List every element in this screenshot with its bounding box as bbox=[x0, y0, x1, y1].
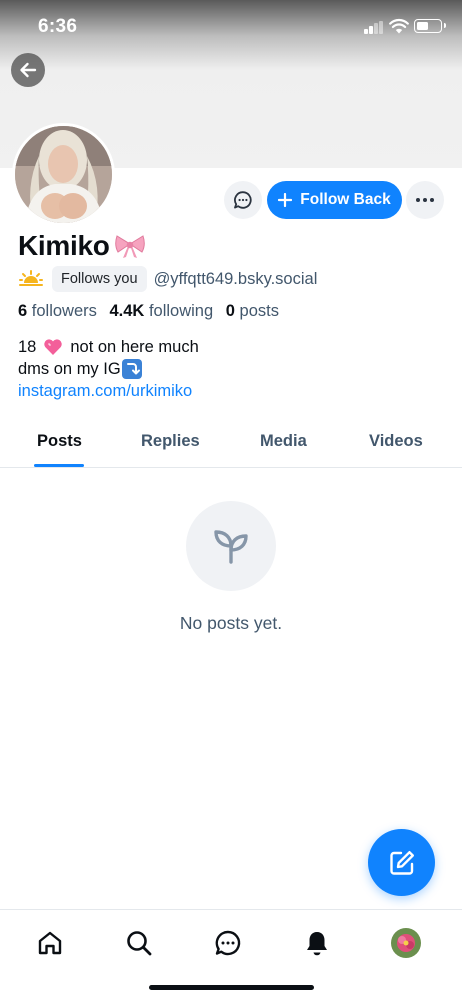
profile-bio: 18 not on here much dms on my IG instagr… bbox=[18, 336, 199, 402]
follow-back-label: Follow Back bbox=[300, 191, 391, 208]
plus-icon bbox=[278, 193, 293, 207]
search-icon bbox=[127, 931, 152, 956]
ellipsis-icon bbox=[416, 198, 434, 202]
status-bar: 6:36 bbox=[0, 0, 462, 54]
more-options-button[interactable] bbox=[406, 181, 444, 219]
bio-line1-text: not on here much bbox=[70, 338, 199, 356]
nav-search[interactable] bbox=[122, 926, 156, 960]
handle-row: Follows you @yffqtt649.bsky.social bbox=[18, 265, 317, 293]
active-tab-indicator bbox=[34, 464, 84, 467]
nav-home[interactable] bbox=[33, 926, 67, 960]
tab-posts[interactable]: Posts bbox=[37, 432, 82, 451]
sparkling-heart-icon bbox=[44, 339, 63, 355]
followers-label: followers bbox=[31, 302, 97, 320]
home-indicator bbox=[149, 985, 314, 990]
chat-bubble-icon bbox=[234, 191, 252, 209]
profile-tabs: Posts Replies Media Videos bbox=[0, 422, 462, 468]
nav-chat[interactable] bbox=[211, 926, 245, 960]
posts-count: 0 bbox=[225, 302, 235, 320]
back-button[interactable] bbox=[11, 53, 45, 87]
compose-post-button[interactable] bbox=[368, 829, 435, 896]
display-name: Kimiko bbox=[18, 230, 110, 261]
tab-media[interactable]: Media bbox=[260, 432, 307, 451]
compose-icon bbox=[389, 850, 414, 875]
empty-state-text: No posts yet. bbox=[179, 613, 283, 633]
posts-label: posts bbox=[239, 302, 279, 320]
avatar-photo bbox=[15, 126, 112, 223]
profile-avatar[interactable] bbox=[12, 123, 115, 226]
status-time: 6:36 bbox=[38, 16, 78, 37]
profile-handle: @yffqtt649.bsky.social bbox=[153, 269, 318, 288]
bio-age: 18 bbox=[18, 338, 37, 356]
arrow-curving-down-icon bbox=[121, 359, 142, 379]
bio-instagram-link[interactable]: instagram.com/urkimiko bbox=[18, 380, 192, 402]
nav-profile[interactable] bbox=[389, 926, 423, 960]
following-stat[interactable]: 4.4K following bbox=[109, 302, 213, 320]
nav-notifications[interactable] bbox=[300, 926, 334, 960]
tab-videos[interactable]: Videos bbox=[369, 432, 423, 451]
following-label: following bbox=[148, 302, 214, 320]
follow-back-button[interactable]: Follow Back bbox=[267, 181, 402, 219]
empty-state-icon-container bbox=[186, 501, 276, 591]
profile-stats: 6 followers 4.4K following 0 posts bbox=[18, 302, 279, 321]
wifi-icon bbox=[389, 18, 409, 34]
battery-icon bbox=[414, 19, 446, 33]
bell-icon bbox=[307, 932, 327, 956]
sunrise-icon bbox=[19, 270, 43, 286]
following-count: 4.4K bbox=[109, 302, 145, 320]
message-button[interactable] bbox=[224, 181, 262, 219]
home-icon bbox=[38, 931, 62, 955]
tab-replies[interactable]: Replies bbox=[141, 432, 200, 451]
follows-you-badge: Follows you bbox=[52, 266, 147, 292]
bio-line2-text: dms on my IG bbox=[18, 360, 121, 378]
followers-count: 6 bbox=[18, 302, 28, 320]
followers-stat[interactable]: 6 followers bbox=[18, 302, 97, 320]
seedling-icon bbox=[214, 530, 248, 564]
ribbon-bow-icon bbox=[115, 235, 145, 258]
arrow-left-icon bbox=[20, 62, 37, 78]
cellular-signal-icon bbox=[364, 21, 384, 34]
user-avatar bbox=[391, 928, 421, 958]
chat-icon bbox=[215, 930, 241, 956]
posts-stat: 0 posts bbox=[226, 302, 279, 320]
